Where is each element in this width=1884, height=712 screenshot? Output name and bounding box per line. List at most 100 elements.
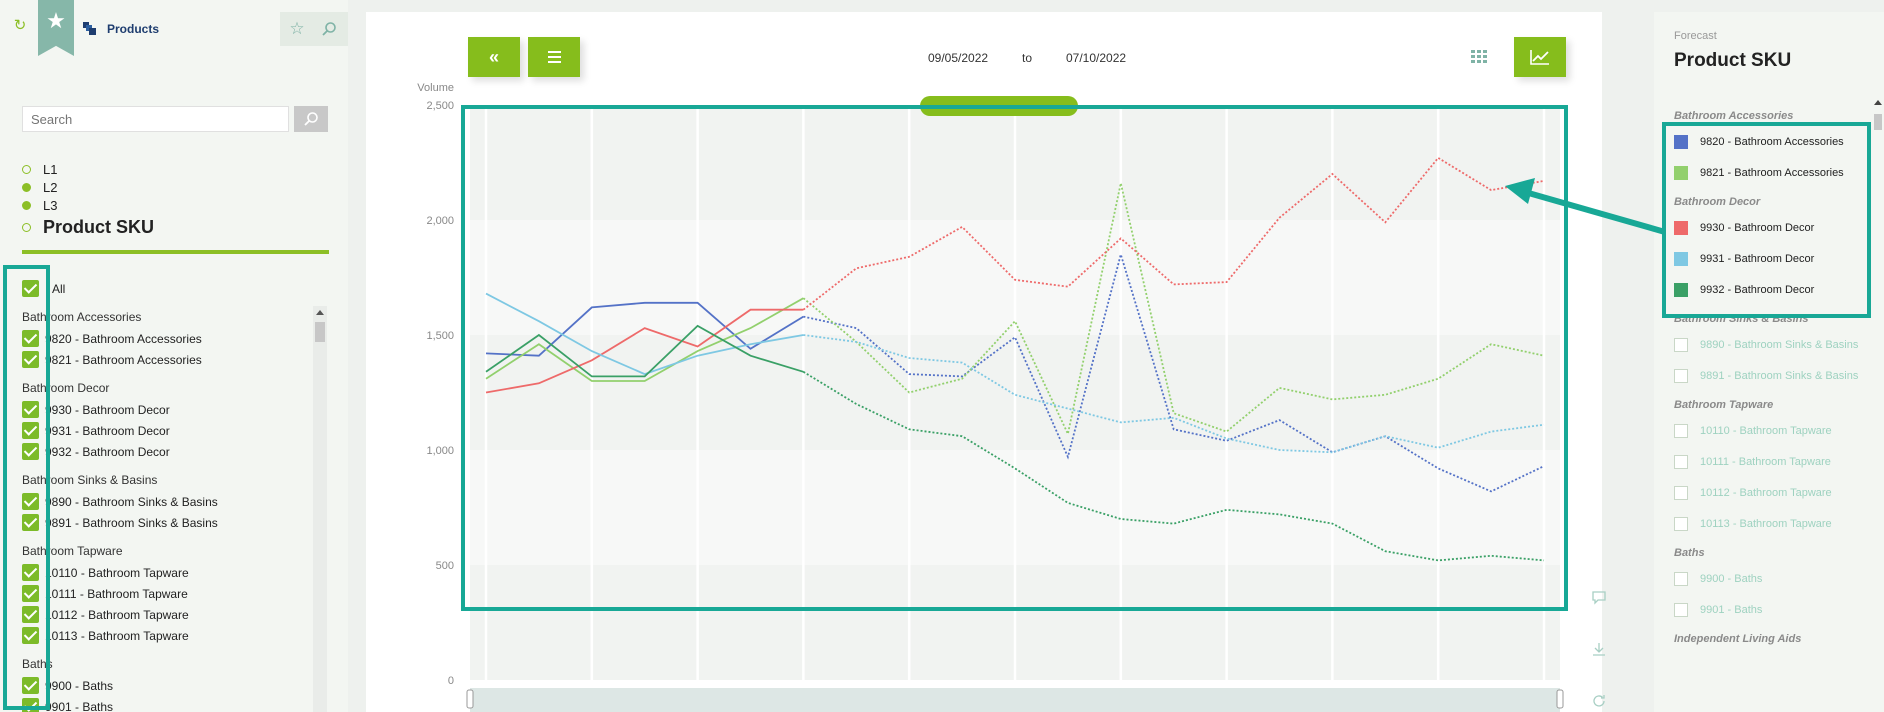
legend-checkbox[interactable] (1674, 602, 1688, 617)
highlight-box-legend (1662, 122, 1871, 318)
legend-label: 9901 - Baths (1700, 603, 1763, 616)
legend-item[interactable]: 10112 - Bathroom Tapware (1674, 477, 1874, 508)
star-outline-icon[interactable]: ☆ (286, 18, 308, 40)
legend-checkbox[interactable] (1674, 454, 1688, 469)
tree-item[interactable]: 9931 - Bathroom Decor (22, 420, 312, 441)
y-axis-label: Volume (417, 82, 454, 94)
scroll-up-icon[interactable] (316, 310, 324, 315)
legend-checkbox[interactable] (1674, 516, 1688, 531)
tree-item[interactable]: 9930 - Bathroom Decor (22, 399, 312, 420)
legend-item[interactable]: 10111 - Bathroom Tapware (1674, 446, 1874, 477)
divider (22, 250, 329, 254)
magnifier-icon[interactable] (318, 18, 340, 40)
legend-checkbox[interactable] (1674, 368, 1688, 383)
legend-caption: Forecast (1674, 30, 1717, 42)
level-label: L1 (43, 161, 58, 177)
range-handle-right (1556, 689, 1564, 709)
radio-dot (22, 164, 31, 174)
favorites-tab[interactable]: ★ (38, 0, 74, 56)
tree-group: Bathroom Sinks & Basins (22, 469, 312, 491)
y-tick-label: 2,500 (426, 100, 454, 112)
item-label: 10111 - Bathroom Tapware (45, 586, 188, 601)
legend-label: 9890 - Bathroom Sinks & Basins (1700, 338, 1859, 351)
select-all-item[interactable]: All (22, 278, 312, 299)
legend-label: 10112 - Bathroom Tapware (1700, 486, 1832, 499)
radio-dot (22, 182, 31, 192)
tree-item[interactable]: 10110 - Bathroom Tapware (22, 562, 312, 583)
legend-item[interactable]: 9890 - Bathroom Sinks & Basins (1674, 329, 1874, 360)
y-tick-label: 1,000 (426, 445, 454, 457)
legend-label: 9891 - Bathroom Sinks & Basins (1700, 369, 1859, 382)
item-label: 9931 - Bathroom Decor (45, 423, 170, 438)
tree-item[interactable]: 10112 - Bathroom Tapware (22, 604, 312, 625)
level-label: L3 (43, 197, 58, 213)
scroll-thumb[interactable] (315, 322, 325, 342)
checkbox-label: All (52, 281, 66, 296)
y-tick-label: 0 (448, 675, 454, 687)
sidebar-tools: ☆ (280, 12, 348, 46)
tree-item[interactable]: 10113 - Bathroom Tapware (22, 625, 312, 646)
comment-icon[interactable] (1590, 588, 1608, 606)
item-label: 9901 - Baths (45, 699, 114, 712)
products-icon (83, 22, 96, 35)
tree-item[interactable]: 9890 - Bathroom Sinks & Basins (22, 491, 312, 512)
legend-label: 10110 - Bathroom Tapware (1700, 424, 1832, 437)
radio-dot (22, 222, 31, 232)
level-label: L2 (43, 179, 58, 195)
sku-tree: All Bathroom Accessories 9820 - Bathroom A… (22, 278, 312, 712)
tree-group: Bathroom Tapware (22, 540, 312, 562)
sidebar-header: ↻ ★ Products ☆ (0, 0, 348, 56)
refresh-icon[interactable]: ↻ (12, 18, 28, 34)
legend-item[interactable]: 9900 - Baths (1674, 563, 1874, 594)
legend-panel: Forecast Product SKU Bathroom Accessorie… (1654, 12, 1884, 712)
tree-scrollbar[interactable] (313, 306, 327, 712)
legend-item[interactable]: 9891 - Bathroom Sinks & Basins (1674, 360, 1874, 391)
tree-item[interactable]: 9901 - Baths (22, 696, 312, 712)
forecast-line-chart: 2,500 2,000 1,500 1,000 500 0 Volume (417, 82, 1568, 712)
level-l1[interactable]: L1 (22, 160, 154, 178)
item-label: 9820 - Bathroom Accessories (45, 331, 202, 346)
tree-group: Bathroom Accessories (22, 306, 312, 328)
tree-item[interactable]: 9900 - Baths (22, 675, 312, 696)
legend-group: Bathroom Tapware (1674, 399, 1774, 411)
level-l2[interactable]: L2 (22, 178, 154, 196)
legend-scrollbar[interactable] (1872, 94, 1884, 712)
tree-item[interactable]: 9820 - Bathroom Accessories (22, 328, 312, 349)
star-icon: ★ (46, 8, 66, 33)
legend-item[interactable]: 10110 - Bathroom Tapware (1674, 415, 1874, 446)
legend-checkbox[interactable] (1674, 571, 1688, 586)
item-label: 9890 - Bathroom Sinks & Basins (45, 494, 218, 509)
tree-item[interactable]: 9891 - Bathroom Sinks & Basins (22, 512, 312, 533)
legend-item[interactable]: 9901 - Baths (1674, 594, 1874, 625)
legend-checkbox[interactable] (1674, 423, 1688, 438)
legend-item[interactable]: 10113 - Bathroom Tapware (1674, 508, 1874, 539)
radio-dot (22, 200, 31, 210)
legend-label: 10111 - Bathroom Tapware (1700, 455, 1831, 468)
item-label: 9932 - Bathroom Decor (45, 444, 170, 459)
tree-group: Baths (22, 653, 312, 675)
search-input[interactable] (22, 106, 289, 132)
tree-item[interactable]: 9821 - Bathroom Accessories (22, 349, 312, 370)
item-label: 10113 - Bathroom Tapware (45, 628, 189, 643)
tree-item[interactable]: 9932 - Bathroom Decor (22, 441, 312, 462)
scroll-thumb[interactable] (1874, 114, 1882, 130)
tree-item[interactable]: 10111 - Bathroom Tapware (22, 583, 312, 604)
reset-icon[interactable] (1590, 692, 1608, 710)
level-product-sku[interactable]: Product SKU (22, 214, 154, 240)
legend-group: Baths (1674, 547, 1705, 559)
y-tick-label: 1,500 (426, 330, 454, 342)
left-sidebar: ↻ ★ Products ☆ L1 L2 L3 Product SKU All B… (0, 0, 348, 712)
item-label: 10110 - Bathroom Tapware (45, 565, 189, 580)
range-slider-track (470, 688, 1560, 712)
scroll-up-icon[interactable] (1874, 100, 1882, 105)
legend-label: 10113 - Bathroom Tapware (1700, 517, 1832, 530)
tree-group: Bathroom Decor (22, 377, 312, 399)
range-handle-left (466, 689, 474, 709)
legend-checkbox[interactable] (1674, 337, 1688, 352)
download-icon[interactable] (1590, 640, 1608, 658)
legend-group: Independent Living Aids (1674, 633, 1802, 645)
search-button[interactable] (294, 106, 328, 132)
level-selector: L1 L2 L3 Product SKU (22, 160, 154, 240)
legend-checkbox[interactable] (1674, 485, 1688, 500)
level-l3[interactable]: L3 (22, 196, 154, 214)
